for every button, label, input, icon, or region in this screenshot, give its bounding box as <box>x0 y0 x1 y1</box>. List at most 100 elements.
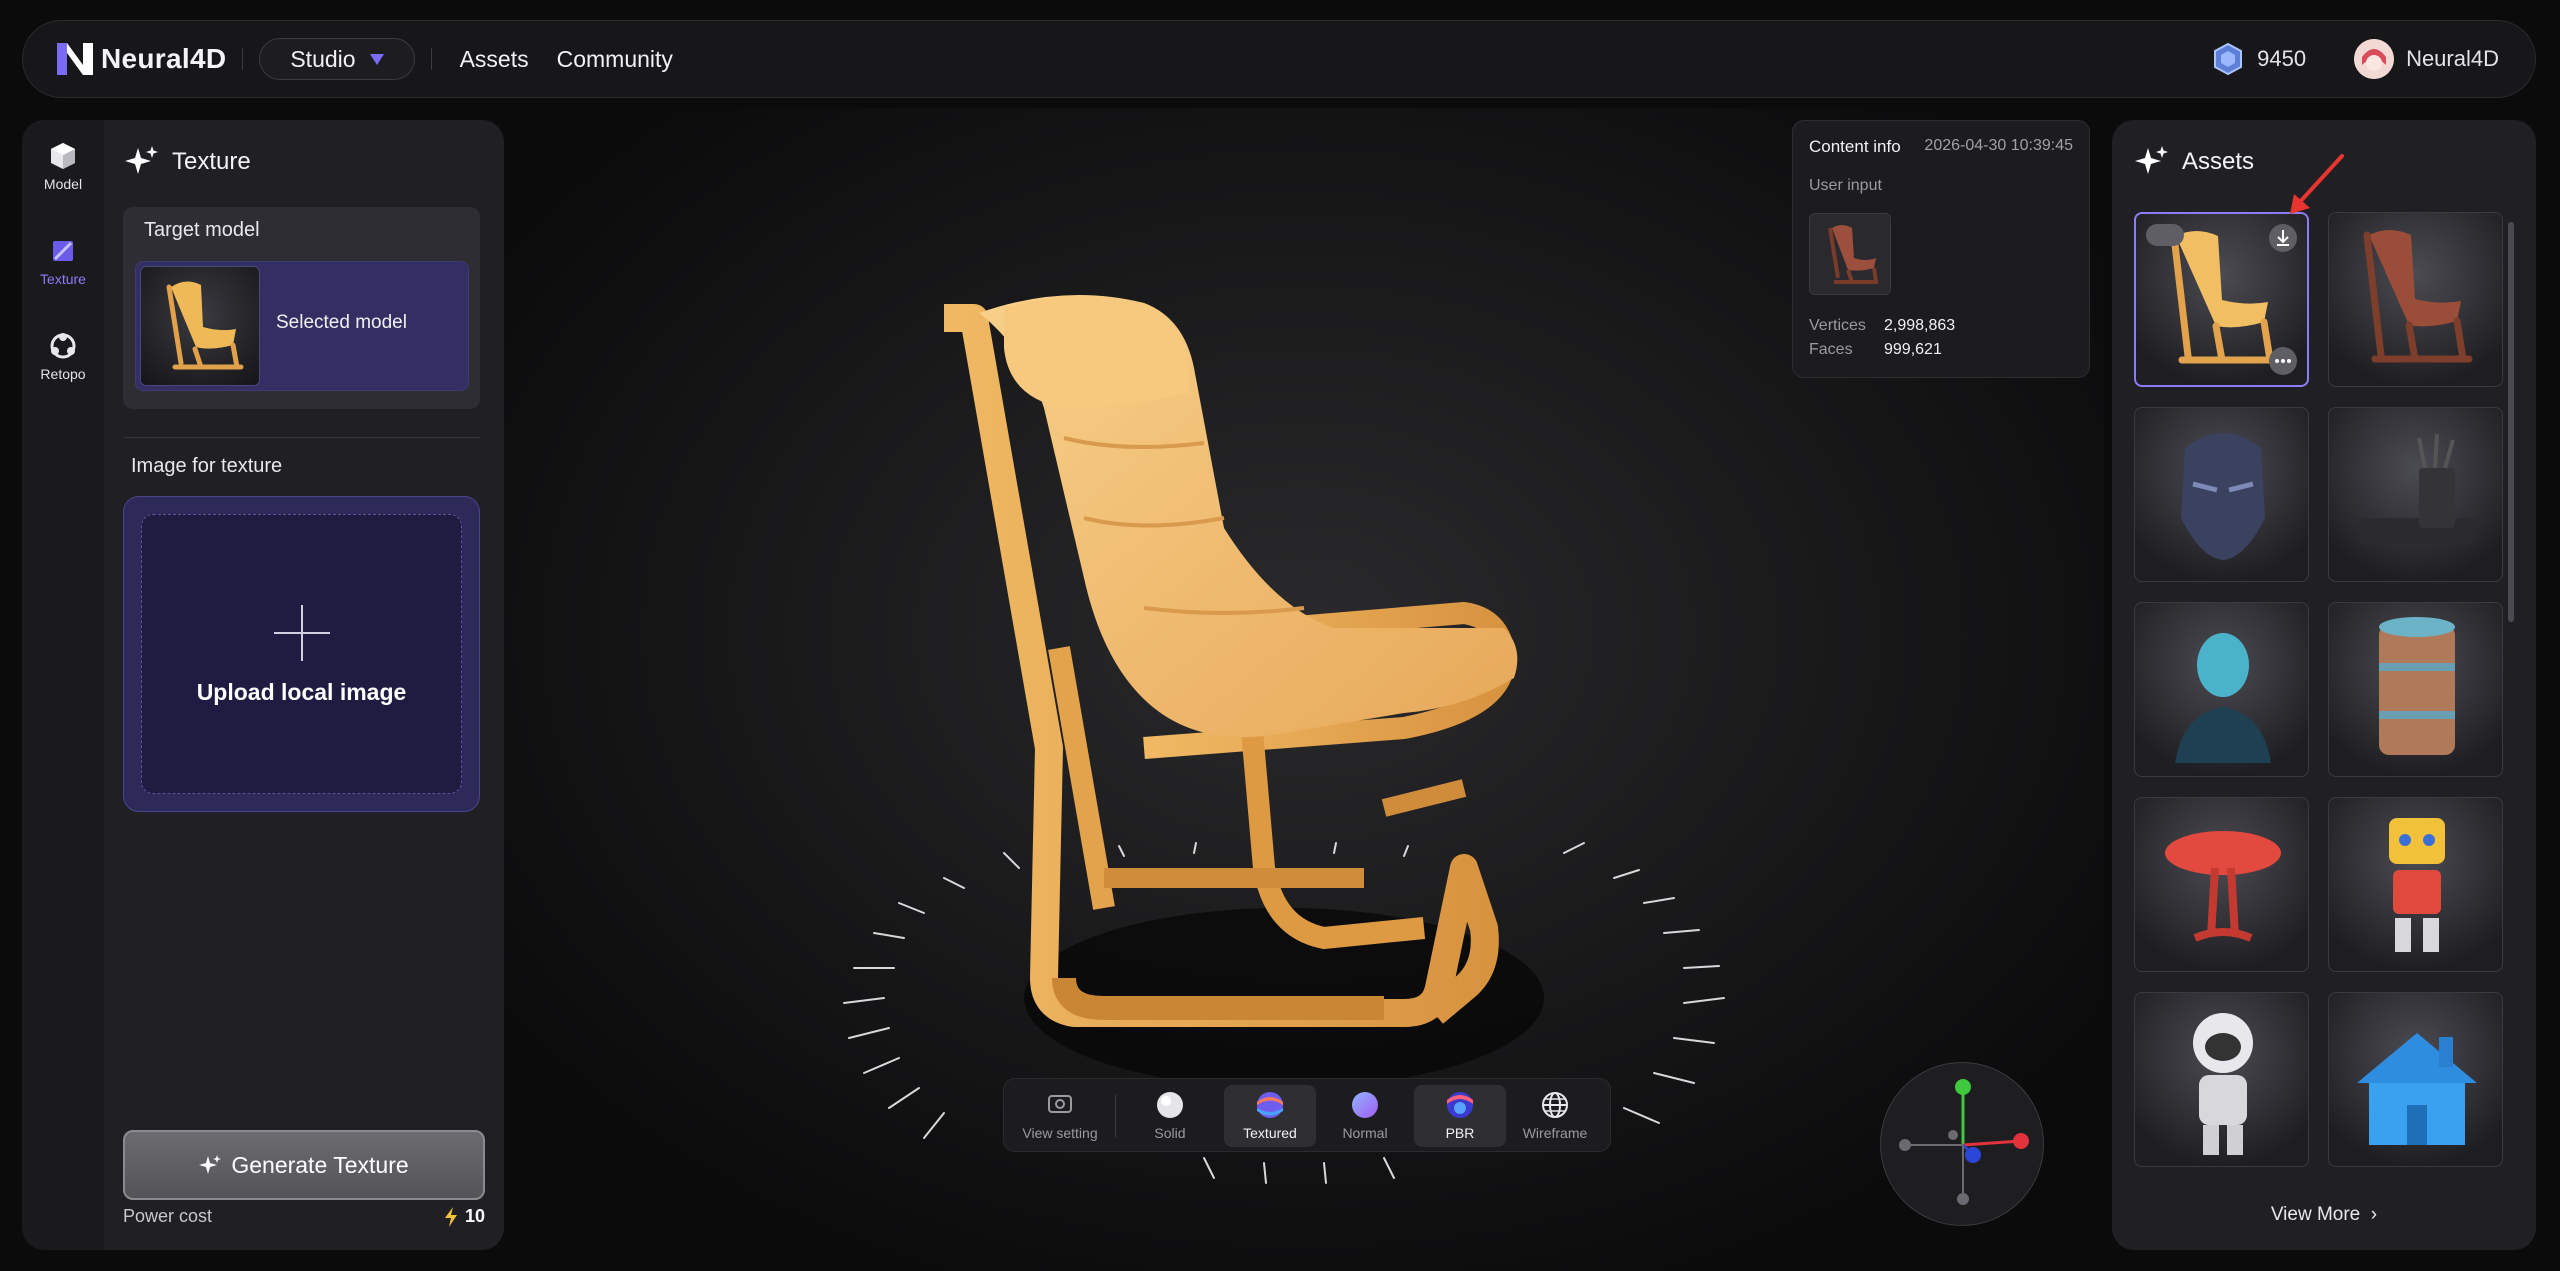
house-thumbnail <box>2357 1033 2477 1145</box>
solid-sphere-icon <box>1157 1092 1183 1118</box>
user-input-thumbnail[interactable] <box>1809 213 1891 295</box>
axis-gizmo-icon <box>1899 1079 2029 1205</box>
logo-text: Neural4D <box>101 43 227 74</box>
barrel-thumbnail <box>2379 617 2455 755</box>
generate-texture-button[interactable]: Generate Texture <box>123 1130 485 1200</box>
upload-dropzone[interactable]: Upload local image <box>123 496 480 812</box>
username: Neural4D <box>2406 46 2499 71</box>
sparkle-icon <box>125 146 158 174</box>
asset-tile-brown-chair[interactable] <box>2328 212 2503 387</box>
tool-rail: Model Texture Retopo <box>22 120 104 1250</box>
toolbar-label: PBR <box>1445 1125 1475 1141</box>
faces-label: Faces <box>1809 341 1853 358</box>
asset-tile-bust[interactable] <box>2134 602 2309 777</box>
view-more-label: View More <box>2270 1204 2361 1225</box>
asset-tile-house[interactable] <box>2328 992 2503 1167</box>
normal-mode-button[interactable]: Normal <box>1319 1085 1411 1147</box>
logo[interactable]: Neural4D <box>53 37 226 81</box>
vertices-value: 2,998,863 <box>1884 317 1956 334</box>
tool-retopo[interactable]: Retopo <box>22 330 104 382</box>
divider <box>242 48 244 70</box>
divider <box>124 437 480 438</box>
nav-assets[interactable]: Assets <box>460 46 529 73</box>
lightning-icon <box>444 1206 457 1227</box>
assets-scrollbar[interactable] <box>2508 222 2514 622</box>
bust-thumbnail <box>2175 633 2271 763</box>
robot-thumbnail <box>2389 818 2445 952</box>
upload-area[interactable]: Upload local image <box>141 514 462 794</box>
divider <box>430 48 432 70</box>
helmet-thumbnail <box>2181 433 2265 560</box>
mushroom-thumbnail <box>2165 831 2281 942</box>
plus-icon <box>274 605 330 661</box>
tool-label: Texture <box>40 271 86 287</box>
content-info-title: Content info <box>1809 137 1901 156</box>
top-bar: Neural4D Studio Assets Community 9450 Ne… <box>22 20 2536 98</box>
content-info-card: Content info 2026-04-30 10:39:45 User in… <box>1792 120 2090 378</box>
asset-tile-robot[interactable] <box>2328 797 2503 972</box>
studio-label: Studio <box>290 45 356 72</box>
faces-row: Faces 999,621 <box>1809 341 1942 359</box>
view-more-link[interactable]: View More › <box>2112 1204 2536 1226</box>
user-input-label: User input <box>1809 177 1882 194</box>
asset-tile-yellow-chair[interactable] <box>2134 212 2309 387</box>
cube-icon <box>51 143 75 169</box>
assets-title: Assets <box>2182 148 2255 175</box>
image-for-texture-label: Image for texture <box>131 455 283 477</box>
neural4d-logo-icon <box>57 43 93 75</box>
assets-panel: Assets <box>2112 120 2536 1250</box>
asset-tile-astronaut[interactable] <box>2134 992 2309 1167</box>
nav-community[interactable]: Community <box>557 46 673 73</box>
tool-texture[interactable]: Texture <box>22 235 104 287</box>
divider <box>1115 1095 1116 1137</box>
download-icon[interactable] <box>2269 224 2297 252</box>
asset-tile-helmet[interactable] <box>2134 407 2309 582</box>
power-cost-row: Power cost 10 <box>123 1206 485 1227</box>
dropdown-triangle-icon <box>369 53 384 65</box>
upload-label: Upload local image <box>196 679 407 705</box>
user-menu[interactable]: Neural4D <box>2354 39 2499 79</box>
target-model-name: Selected model <box>276 312 407 333</box>
credits-balance[interactable]: 9450 <box>2211 42 2306 76</box>
power-cost-value-wrap: 10 <box>443 1206 485 1227</box>
view-setting-icon <box>1048 1095 1072 1113</box>
chevron-right-icon: › <box>2365 1204 2378 1225</box>
axis-gizmo[interactable] <box>1880 1062 2044 1226</box>
asset-tile-barrel[interactable] <box>2328 602 2503 777</box>
sparkle-icon <box>2135 146 2168 174</box>
asset-tile-pen-holder[interactable] <box>2328 407 2503 582</box>
solid-mode-button[interactable]: Solid <box>1124 1085 1216 1147</box>
toolbar-label: Wireframe <box>1522 1125 1588 1141</box>
wireframe-mode-button[interactable]: Wireframe <box>1509 1085 1601 1147</box>
model-thumbnail <box>140 266 260 386</box>
tag-badge <box>2146 224 2184 246</box>
vertices-row: Vertices 2,998,863 <box>1809 317 1955 335</box>
credits-value: 9450 <box>2257 46 2307 71</box>
faces-value: 999,621 <box>1884 341 1942 358</box>
panel-title: Texture <box>172 148 251 175</box>
studio-dropdown[interactable]: Studio <box>259 38 415 80</box>
astronaut-thumbnail <box>2193 1013 2253 1155</box>
more-options-icon[interactable] <box>2269 347 2297 375</box>
tool-label: Model <box>43 176 83 192</box>
pen-holder-thumbnail <box>2359 433 2474 544</box>
texture-panel: Texture Target model Selected model Imag… <box>104 120 504 1250</box>
toolbar-label: Solid <box>1154 1125 1186 1141</box>
gem-icon <box>2214 42 2243 76</box>
pbr-mode-button[interactable]: PBR <box>1414 1085 1506 1147</box>
view-setting-button[interactable]: View setting <box>1014 1085 1106 1147</box>
toolbar-label: Textured <box>1243 1125 1297 1141</box>
selected-model-card[interactable]: Selected model <box>135 261 469 391</box>
pbr-sphere-icon <box>1447 1092 1473 1118</box>
textured-mode-button[interactable]: Textured <box>1224 1085 1316 1147</box>
target-model-section: Target model Selected model <box>123 207 480 409</box>
brown-chair-thumbnail <box>2363 230 2473 363</box>
tool-model[interactable]: Model <box>22 140 104 192</box>
generate-texture-label: Generate Texture <box>231 1151 409 1178</box>
textured-sphere-icon <box>1257 1092 1283 1118</box>
toolbar-label: Normal <box>1342 1125 1388 1141</box>
content-info-date: 2026-04-30 10:39:45 <box>1924 137 2073 154</box>
wireframe-globe-icon <box>1542 1092 1568 1118</box>
asset-tile-mushroom[interactable] <box>2134 797 2309 972</box>
target-model-label: Target model <box>144 219 260 241</box>
